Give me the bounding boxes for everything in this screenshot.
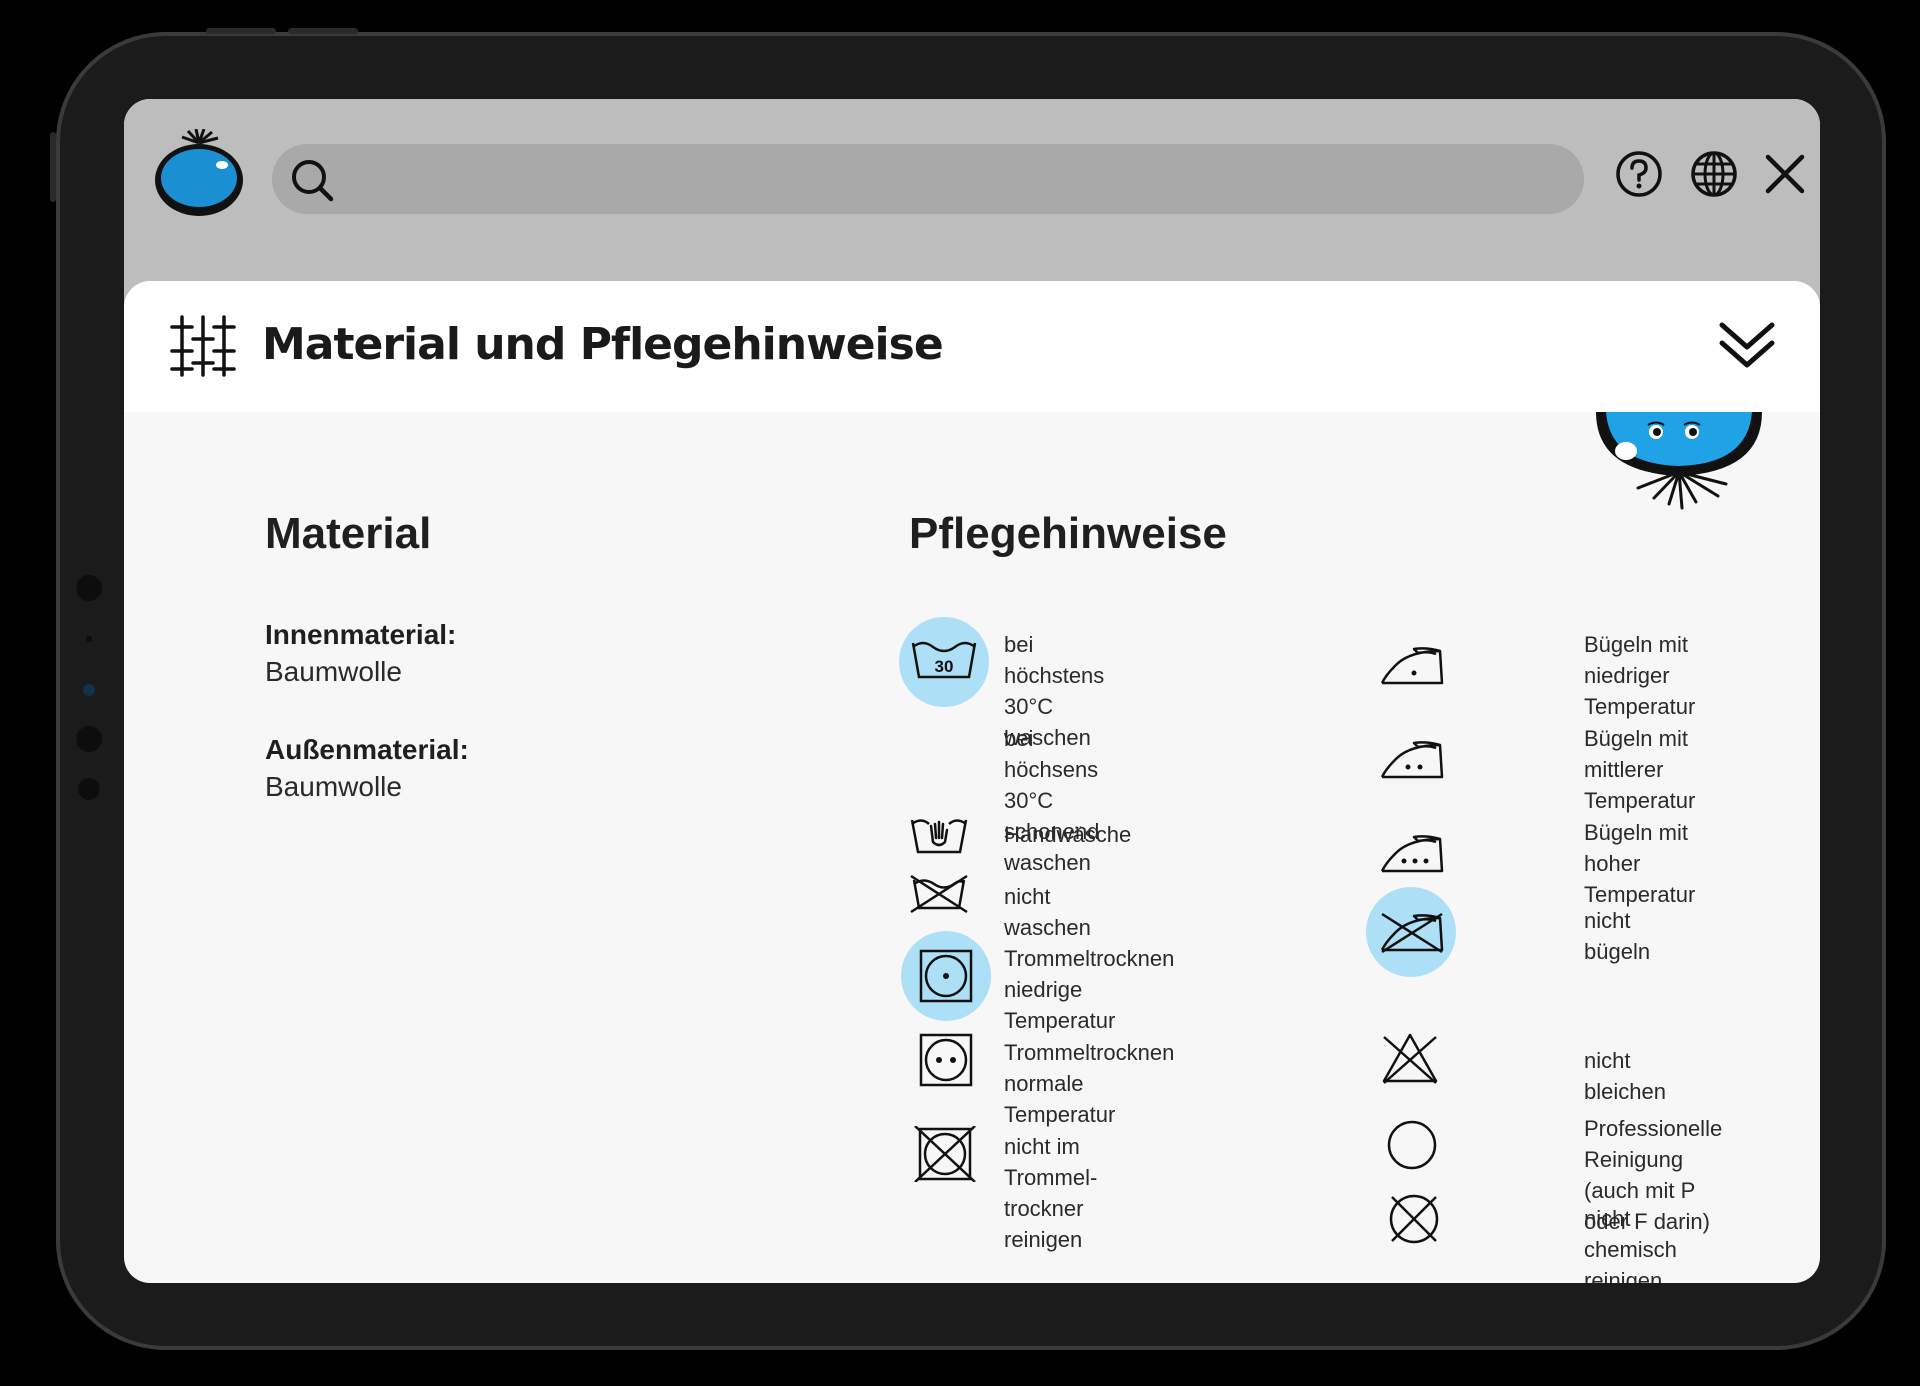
sensor-dot xyxy=(76,726,102,752)
material-label-outer: Außenmaterial: xyxy=(265,734,469,765)
care-text: nicht bügeln xyxy=(1584,908,1651,964)
care-text: Bügeln mit niedriger Temperatur xyxy=(1584,632,1696,719)
close-icon[interactable] xyxy=(1760,149,1810,199)
section-header[interactable]: Material und Pflegehinweise xyxy=(124,281,1820,412)
app-screen: Material und Pflegehinweise Material Inn… xyxy=(124,99,1820,1283)
side-button xyxy=(50,132,56,202)
sensor-dot xyxy=(76,575,102,601)
camera-lens xyxy=(83,684,95,696)
care-text: Trommeltrocknen niedrige Temperatur xyxy=(1004,946,1175,1033)
brand-logo[interactable] xyxy=(152,129,246,219)
care-text: nicht bleichen xyxy=(1584,1048,1666,1104)
chevron-double-down-icon[interactable] xyxy=(1718,319,1776,373)
care-text: nicht waschen xyxy=(1004,884,1091,940)
material-value-outer: Baumwolle xyxy=(265,771,402,802)
care-text: nicht im Trommel- trockner reinigen xyxy=(1004,1134,1098,1252)
care-text: Bügeln mit hoher Temperatur xyxy=(1584,820,1696,907)
top-button xyxy=(206,28,276,34)
sensor-dot xyxy=(78,778,100,800)
fabric-icon xyxy=(170,315,236,377)
search-input[interactable] xyxy=(352,156,1556,204)
care-text: bei höchsens 30°C schonend waschen xyxy=(1004,726,1100,875)
material-heading: Material xyxy=(265,509,432,558)
care-text: Trommeltrocknen normale Temperatur xyxy=(1004,1040,1175,1127)
help-icon[interactable] xyxy=(1614,149,1664,199)
material-value-inner: Baumwolle xyxy=(265,656,402,687)
sensor-dot xyxy=(86,636,92,642)
care-text: Bügeln mit mittlerer Temperatur xyxy=(1584,726,1696,813)
search-bar[interactable] xyxy=(272,144,1584,214)
wash-temperature-label: 30 xyxy=(935,657,954,676)
care-text: Handwäsche xyxy=(1004,822,1132,847)
material-label-inner: Innenmaterial: xyxy=(265,619,457,650)
care-heading: Pflegehinweise xyxy=(909,509,1227,558)
care-text: nicht chemisch reinigen xyxy=(1584,1206,1677,1283)
search-icon[interactable] xyxy=(290,158,334,202)
top-button xyxy=(288,28,358,34)
panel-title: Material und Pflegehinweise xyxy=(262,319,944,370)
mascot-image xyxy=(1596,412,1762,510)
globe-icon[interactable] xyxy=(1689,149,1739,199)
